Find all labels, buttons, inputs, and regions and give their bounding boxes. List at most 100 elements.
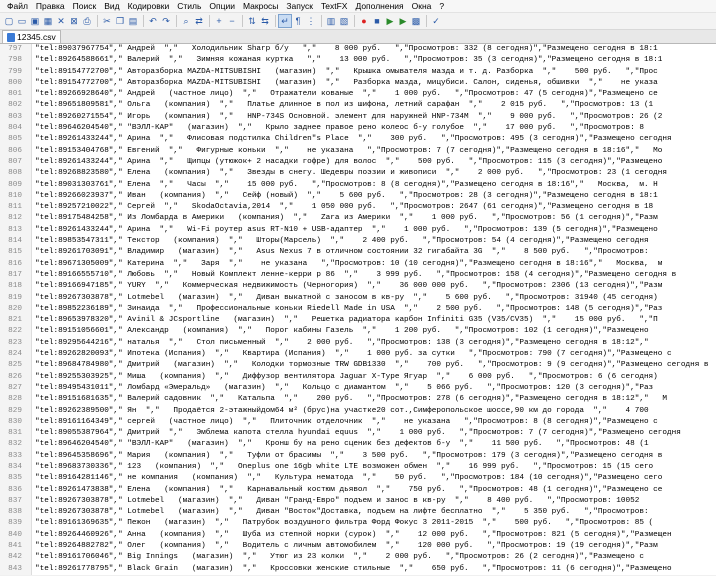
text-line[interactable]: 839 "tel:89161369635"," Пежон (магазин) "…	[0, 518, 716, 530]
paste-icon[interactable]: ▤	[127, 15, 139, 27]
menu-item[interactable]: Поиск	[69, 0, 101, 12]
redo-icon[interactable]: ↷	[160, 15, 172, 27]
text-line[interactable]: 809 "tel:89031303761"," Елена "," Часы ",…	[0, 179, 716, 191]
text-line[interactable]: 832 "tel:89646204540"," "ВЭЛЛ-КАР" (магаз…	[0, 439, 716, 451]
text-line[interactable]: 843 "tel:89261778795"," Black Grain (мага…	[0, 563, 716, 575]
close-all-icon[interactable]: ⊠	[68, 15, 80, 27]
text-line[interactable]: 814 "tel:89853547311"," Текстор (компания…	[0, 236, 716, 248]
text-line[interactable]: 797 "tel:89037967754"," Андрей "," Холоди…	[0, 44, 716, 56]
play-multi-icon[interactable]: ▶	[397, 15, 409, 27]
text-line[interactable]: 804 "tel:89646204540"," "ВЭЛЛ-КАР" (магаз…	[0, 123, 716, 135]
text-line[interactable]: 799 "tel:89154772700"," Авторазборка MAZD…	[0, 66, 716, 78]
text-line[interactable]: 821 "tel:89653978320"," Avinil & JCsportl…	[0, 315, 716, 327]
sync-h-icon[interactable]: ⇆	[259, 15, 271, 27]
text-line[interactable]: 802 "tel:89651809581"," Ольга (компания) …	[0, 100, 716, 112]
line-number: 797	[0, 44, 25, 56]
text-line[interactable]: 803 "tel:89260271554"," Игорь (компания) …	[0, 111, 716, 124]
find-icon[interactable]: ⌕	[180, 15, 192, 27]
menu-item[interactable]: Файл	[3, 0, 32, 12]
indent-guide-icon[interactable]: ⋮	[305, 15, 317, 27]
zoom-in-icon[interactable]: +	[213, 15, 225, 27]
text-line[interactable]: 816 "tel:89671305009"," Катерина "," Заря…	[0, 258, 716, 270]
text-line[interactable]: 836 "tel:89261473838"," Елена (компания) …	[0, 484, 716, 496]
menu-item[interactable]: ?	[435, 0, 448, 12]
menu-item[interactable]: TextFX	[317, 0, 351, 12]
text-line[interactable]: 825 "tel:89684784980"," Дмитрий (магазин)…	[0, 360, 716, 372]
save-macro-icon[interactable]: ▩	[410, 15, 422, 27]
save-icon[interactable]: ▣	[29, 15, 41, 27]
text-line[interactable]: 812 "tel:89175484258"," Из Ломбарда в Аме…	[0, 213, 716, 225]
play-icon[interactable]: ▶	[384, 15, 396, 27]
tab-file[interactable]: 12345.csv	[2, 30, 61, 43]
menu-item[interactable]: Опции	[205, 0, 239, 12]
menu-item[interactable]: Вид	[100, 0, 123, 12]
text-line[interactable]: 830 "tel:89161164349"," сергей (частное л…	[0, 416, 716, 429]
text-line[interactable]: 837 "tel:89267303878"," Lotmebel (магазин…	[0, 495, 716, 508]
new-file-icon[interactable]: ▢	[3, 15, 15, 27]
line-text: "tel:89683730336"," 123 (компания) "," O…	[35, 462, 654, 471]
text-line[interactable]: 826 "tel:89255303925"," Миша (компания) "…	[0, 371, 716, 383]
text-line[interactable]: 829 "tel:89262389500"," Ян "," Продаëтся …	[0, 405, 716, 417]
text-line[interactable]: 819 "tel:89267303878"," Lotmebel (магазин…	[0, 292, 716, 304]
menu-item[interactable]: Запуск	[282, 0, 317, 12]
line-number: 814	[0, 236, 25, 248]
line-text: "tel:89055387964"," Дмитрий "," Эмблема …	[35, 429, 681, 438]
text-line[interactable]: 840 "tel:89264460926"," Анна (компания) "…	[0, 529, 716, 542]
copy-icon[interactable]: ❐	[114, 15, 126, 27]
text-line[interactable]: 811 "tel:89257210022"," Сергей "," SkodaO…	[0, 202, 716, 214]
text-line[interactable]: 807 "tel:89261433244"," Арина "," Щипцы (…	[0, 156, 716, 169]
text-line[interactable]: 824 "tel:89262820093"," Ипотека (Испания)…	[0, 349, 716, 361]
sync-v-icon[interactable]: ⇅	[246, 15, 258, 27]
text-line[interactable]: 827 "tel:89495431011"," Ломбард «Эмеральд…	[0, 382, 716, 395]
text-line[interactable]: 800 "tel:89154772700"," Авторазборка MAZD…	[0, 77, 716, 90]
text-editor[interactable]: 797 "tel:89037967754"," Андрей "," Холоди…	[0, 44, 716, 575]
menu-item[interactable]: Окна	[408, 0, 436, 12]
menu-item[interactable]: Макросы	[239, 0, 282, 12]
text-line[interactable]: 838 "tel:89267303878"," Lotmebel (магазин…	[0, 507, 716, 519]
close-icon[interactable]: ✕	[55, 15, 67, 27]
replace-icon[interactable]: ⇄	[193, 15, 205, 27]
text-line[interactable]: 834 "tel:89683730336"," 123 (компания) ",…	[0, 461, 716, 474]
line-text: "tel:89266928640"," Андрей (частное лицо…	[35, 90, 658, 99]
text-line[interactable]: 822 "tel:89151056601"," Александр (компан…	[0, 326, 716, 338]
text-line[interactable]: 841 "tel:89264882782"," Олег (компания) "…	[0, 541, 716, 553]
spell-icon[interactable]: ✓	[430, 15, 442, 27]
text-line[interactable]: 831 "tel:89055387964"," Дмитрий "," Эмбле…	[0, 428, 716, 440]
text-line[interactable]: 818 "tel:89166947185"," YURY "," Коммерче…	[0, 281, 716, 293]
stop-icon[interactable]: ■	[371, 15, 383, 27]
text-line[interactable]: 823 "tel:89295644216"," наталья "," Стол …	[0, 337, 716, 350]
open-file-icon[interactable]: ▭	[16, 15, 28, 27]
print-icon[interactable]: ⎙	[81, 15, 93, 27]
text-line[interactable]: 798 "tel:89264588661"," Валерий "," Зимня…	[0, 55, 716, 67]
text-line[interactable]: 815 "tel:89261703091"," Владимир (магазин…	[0, 247, 716, 259]
text-line[interactable]: 808 "tel:89268823580"," Елена (компания) …	[0, 168, 716, 180]
user-lang-icon[interactable]: ▥	[325, 15, 337, 27]
line-text: "tel:89255303925"," Миша (компания) "," …	[35, 372, 658, 381]
text-line[interactable]: 810 "tel:89266023937"," Иван (компания) "…	[0, 190, 716, 203]
menu-item[interactable]: Дополнения	[351, 0, 407, 12]
text-line[interactable]: 828 "tel:89151681635"," Валерий садовник …	[0, 394, 716, 406]
line-text: "tel:89166555710"," Любовь "," Новый Ком…	[35, 270, 677, 279]
wrap-icon[interactable]: ↵	[278, 14, 292, 28]
cut-icon[interactable]: ✂	[101, 15, 113, 27]
fold-margin	[25, 428, 32, 440]
doc-map-icon[interactable]: ▧	[338, 15, 350, 27]
menu-item[interactable]: Правка	[32, 0, 69, 12]
text-line[interactable]: 801 "tel:89266928640"," Андрей (частное л…	[0, 89, 716, 101]
text-line[interactable]: 835 "tel:89164281146"," не компания (комп…	[0, 473, 716, 485]
zoom-out-icon[interactable]: −	[226, 15, 238, 27]
undo-icon[interactable]: ↶	[147, 15, 159, 27]
menu-item[interactable]: Кодировки	[124, 0, 174, 12]
record-icon[interactable]: ●	[358, 15, 370, 27]
text-line[interactable]: 806 "tel:89153404768"," Евгений "," Фигур…	[0, 145, 716, 157]
text-line[interactable]: 813 "tel:89261433244"," Арина "," Wi-Fi р…	[0, 224, 716, 237]
text-line[interactable]: 820 "tel:89852236189"," Зинаида "," Профе…	[0, 303, 716, 316]
save-all-icon[interactable]: ▦	[42, 15, 54, 27]
menu-item[interactable]: Стиль	[173, 0, 205, 12]
text-line[interactable]: 817 "tel:89166555710"," Любовь "," Новый …	[0, 269, 716, 282]
line-number: 810	[0, 190, 25, 203]
text-line[interactable]: 833 "tel:89645358696"," Мария (компания) …	[0, 450, 716, 462]
text-line[interactable]: 805 "tel:89261433244"," Арина "," Флисова…	[0, 134, 716, 146]
text-line[interactable]: 842 "tel:89161706046"," Big Innings (мага…	[0, 552, 716, 564]
all-chars-icon[interactable]: ¶	[292, 15, 304, 27]
